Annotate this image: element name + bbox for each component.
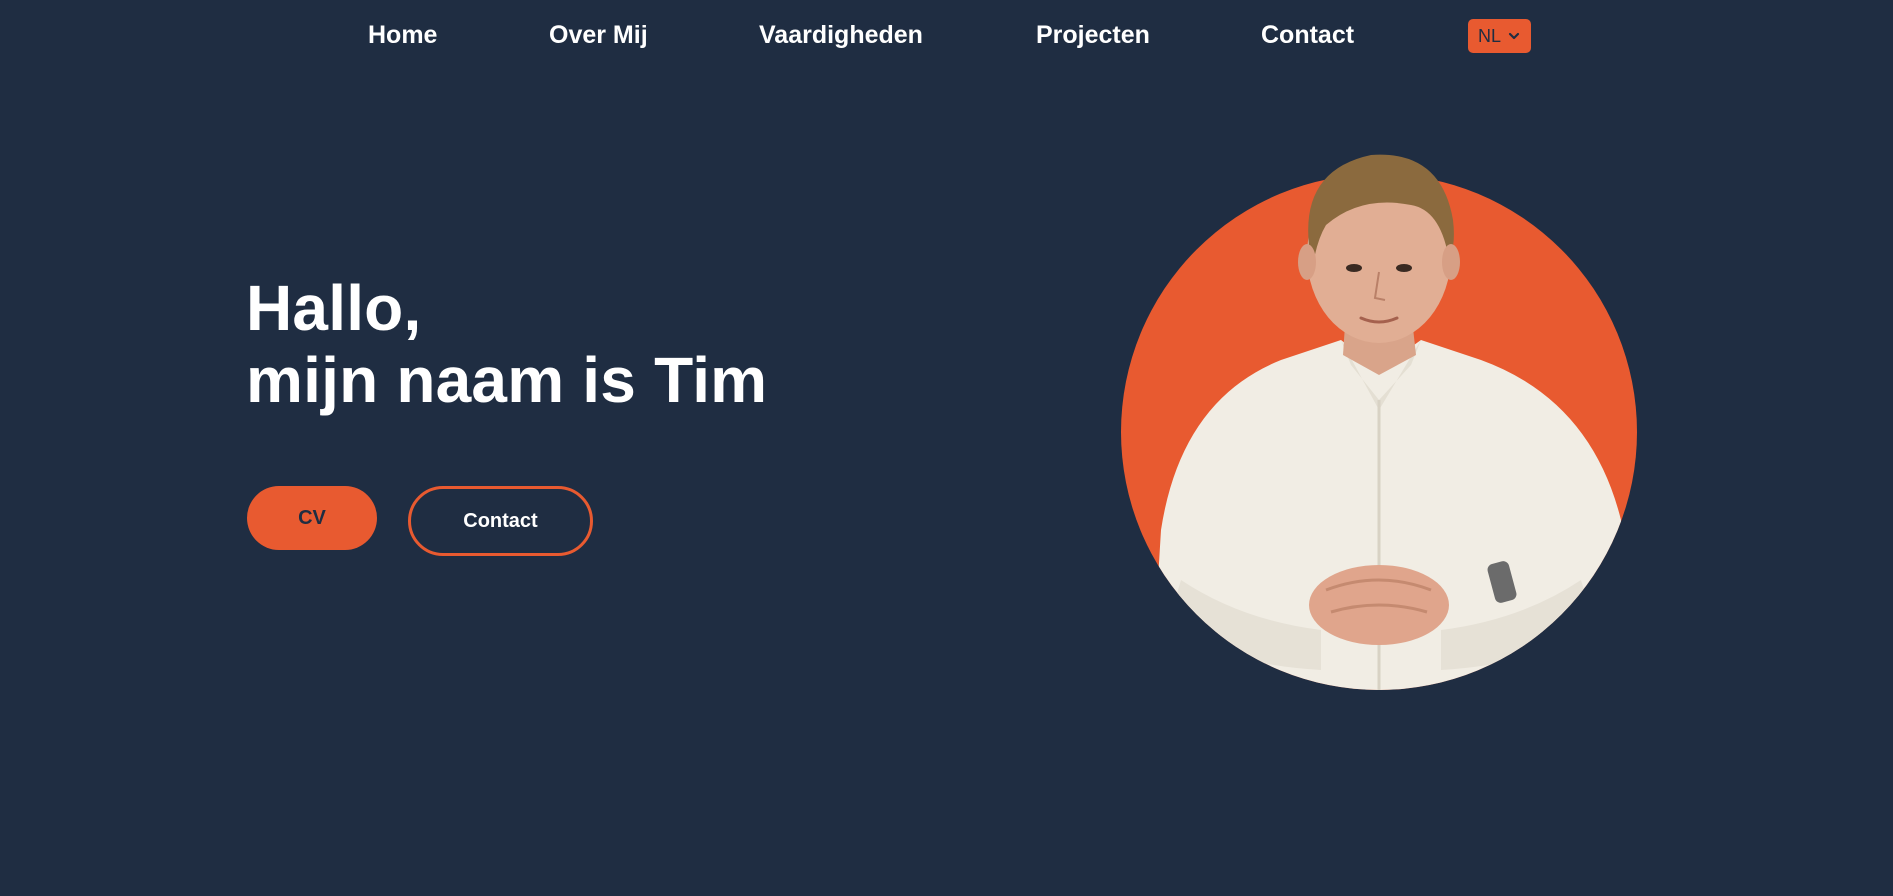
contact-button[interactable]: Contact — [408, 486, 593, 556]
chevron-down-icon — [1508, 32, 1520, 40]
top-navigation: Home Over Mij Vaardigheden Projecten Con… — [0, 0, 1893, 70]
nav-link-home[interactable]: Home — [368, 20, 437, 50]
hero-greeting: Hallo, — [246, 272, 422, 344]
page: Home Over Mij Vaardigheden Projecten Con… — [0, 0, 1893, 896]
nav-link-over-mij[interactable]: Over Mij — [549, 20, 648, 50]
hero-title: Hallo, mijn naam is Tim — [246, 272, 767, 416]
nav-link-projecten[interactable]: Projecten — [1036, 20, 1150, 50]
nav-link-contact[interactable]: Contact — [1261, 20, 1354, 50]
language-select[interactable]: NL — [1468, 19, 1531, 53]
profile-photo-illustration — [1121, 154, 1637, 690]
nav-link-vaardigheden[interactable]: Vaardigheden — [759, 20, 923, 50]
hero-name-line: mijn naam is Tim — [246, 344, 768, 416]
language-select-value: NL — [1477, 25, 1501, 46]
profile-photo — [1121, 150, 1641, 695]
cv-button[interactable]: CV — [247, 486, 377, 550]
